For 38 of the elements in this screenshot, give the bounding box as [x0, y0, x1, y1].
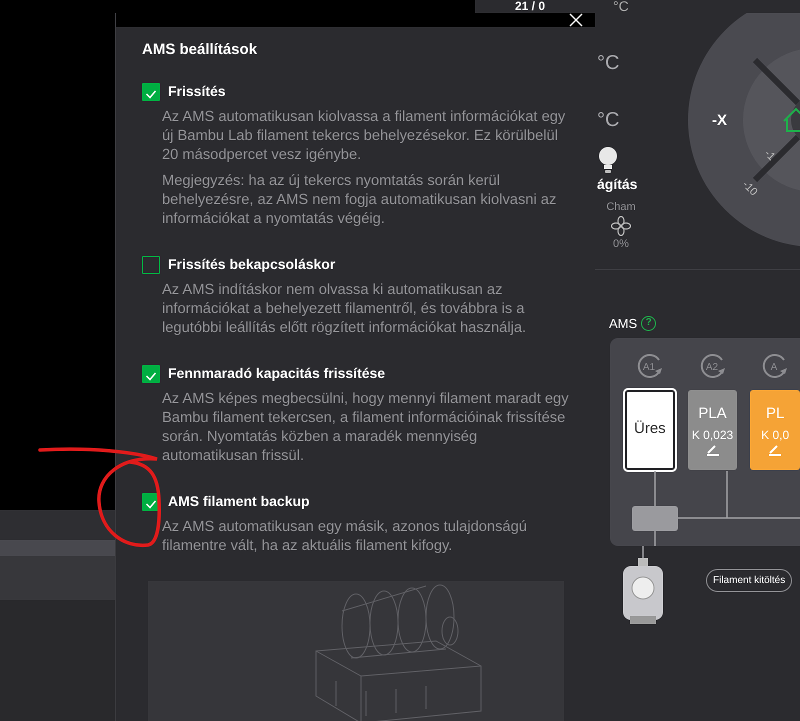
temperature-reading: 21 / 0	[515, 0, 546, 13]
option-label: Frissítés	[168, 82, 226, 101]
fan-icon	[611, 216, 631, 236]
lighting-label: ágítás	[597, 175, 638, 194]
option-description: Az AMS automatikusan kiolvassa a filament információkat egy új Bambu Lab filament tekercs behelyezésekor. Ez körülbelül 20 másodpercet vesz igénybe.	[162, 108, 566, 165]
help-button[interactable]: ?	[641, 316, 656, 332]
jog-step-label[interactable]: -10	[740, 178, 760, 198]
checkbox[interactable]	[142, 82, 160, 100]
temperature-unit: °C	[597, 51, 620, 75]
filament-k-value: K 0,0	[761, 426, 790, 444]
checkbox[interactable]	[142, 364, 160, 382]
temperature-unit: °C	[597, 108, 620, 132]
fan-speed: 0%	[613, 236, 629, 252]
option-description: Az AMS indításkor nem olvassa ki automatikusan az információkat a behelyezett filamentről, és továbbra is a legutóbbi leállítás előtt rögzített információkat használja.	[162, 281, 528, 338]
dialog-title: AMS beállítások	[142, 41, 258, 59]
pencil-icon[interactable]	[706, 444, 720, 456]
ams-label: AMS	[609, 315, 638, 333]
filament-slot[interactable]: Üres	[625, 390, 675, 470]
checkbox[interactable]	[142, 256, 160, 274]
fan-label: Cham	[606, 200, 636, 215]
option-description: Megjegyzés: ha az új tekercs nyomtatás során kerül behelyezésre, az AMS nem fogja automatikusan kiolvasni az információkat a nyomtatás végéig.	[162, 172, 558, 229]
filament-k-value: K 0,023	[692, 426, 734, 444]
filament-slot[interactable]: PL K 0,0	[750, 390, 800, 470]
home-icon[interactable]	[783, 108, 800, 132]
filament-type: PLA	[698, 404, 727, 424]
option-description: Az AMS képes megbecsülni, hogy mennyi filament maradt egy Bambu filament tekercsen, a filament információinak frissítése során. Nyomtatás közben a maradék mennyiség automatikusan frissül.	[162, 390, 570, 466]
close-icon[interactable]	[569, 13, 583, 27]
temperature-unit: °C	[613, 0, 629, 13]
jog-axis-label[interactable]: -X	[712, 112, 727, 129]
light-bulb-icon[interactable]	[597, 146, 619, 174]
option-label: AMS filament backup	[168, 492, 310, 511]
option-label: Fennmaradó kapacitás frissítése	[168, 364, 386, 383]
option-label: Frissítés bekapcsoláskor	[168, 255, 336, 274]
filament-fill-button[interactable]: Filament kitöltés	[706, 568, 792, 592]
jog-step-label[interactable]: -1	[762, 148, 778, 164]
filament-type: PL	[766, 404, 784, 424]
filament-slot[interactable]: PLA K 0,023	[688, 390, 738, 470]
option-description: Az AMS automatikusan egy másik, azonos tulajdonságú filamentre vált, ha az aktuális filament kifogy.	[162, 518, 528, 556]
